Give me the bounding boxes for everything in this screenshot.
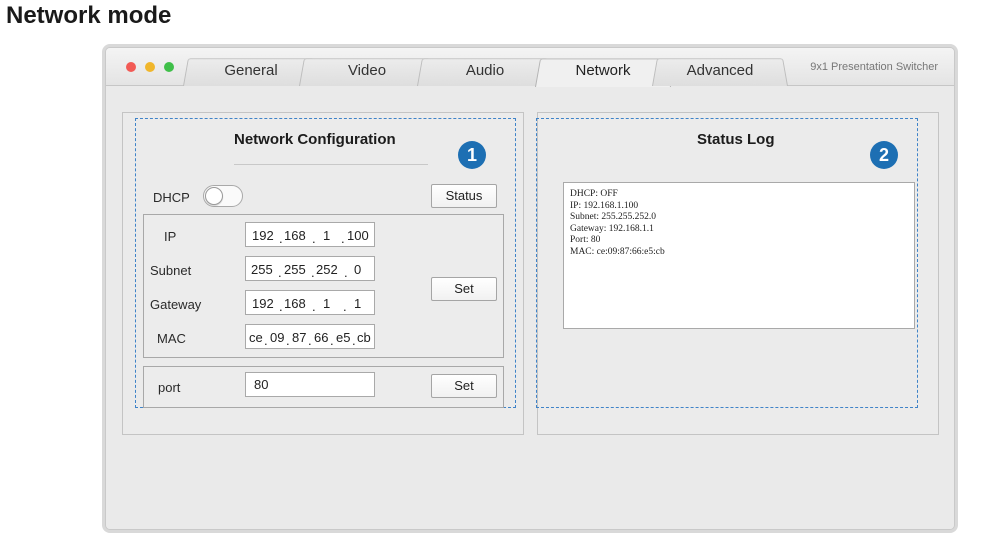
tab-network[interactable]: Network [535,56,671,87]
gateway-label: Gateway [150,297,202,312]
port-input[interactable]: 80 [245,372,375,397]
mac-byte-2[interactable]: 09 [270,330,284,345]
callout-badge-2: 2 [870,141,898,169]
mac-byte-6[interactable]: cb [357,330,371,345]
port-label: port [158,380,181,395]
gateway-octet-2[interactable]: 168 [284,296,306,311]
app-name: 9x1 Presentation Switcher [810,61,938,73]
log-line: MAC: ce:09:87:66:e5:cb [570,246,665,257]
tab-audio[interactable]: Audio [417,56,553,86]
mac-byte-4[interactable]: 66 [314,330,328,345]
log-line: Subnet: 255.255.252.0 [570,212,657,222]
dhcp-label: DHCP [153,190,190,205]
gateway-octet-1[interactable]: 192 [252,296,274,311]
status-log-title: Status Log [697,131,775,148]
ip-octet-3[interactable]: 1 [323,228,330,243]
network-config-title: Network Configuration [234,131,396,148]
tab-video[interactable]: Video [299,56,435,86]
title-divider [234,164,428,165]
subnet-octet-4[interactable]: 0 [354,262,361,277]
set-address-button[interactable]: Set [431,277,497,301]
mac-byte-1[interactable]: ce [249,330,263,345]
mac-byte-3[interactable]: 87 [292,330,306,345]
app-window: General Video Audio Network Advanced 9x1… [105,47,955,530]
set-port-button[interactable]: Set [431,374,497,398]
mac-label: MAC [157,331,186,346]
mac-input[interactable]: ce . 09 . 87 . 66 . e5 . cb [245,324,375,349]
network-tab-content: Network Configuration 1 DHCP Status IP 1… [106,86,954,529]
gateway-octet-4[interactable]: 1 [354,296,361,311]
ip-octet-2[interactable]: 168 [284,228,306,243]
tab-advanced[interactable]: Advanced [652,56,788,86]
log-line: DHCP: OFF [570,189,618,199]
gateway-input[interactable]: 192 . 168 . 1 . 1 [245,290,375,315]
subnet-octet-1[interactable]: 255 [251,262,273,277]
ip-octet-4[interactable]: 100 [347,228,369,243]
log-line: IP: 192.168.1.100 [570,200,639,211]
tab-bar: General Video Audio Network Advanced 9x1… [106,48,954,86]
status-button[interactable]: Status [431,184,497,208]
ip-input[interactable]: 192 . 168 . 1 . 100 [245,222,375,247]
mac-byte-5[interactable]: e5 [336,330,350,345]
log-line: Gateway: 192.168.1.1 [570,223,654,234]
ip-octet-1[interactable]: 192 [252,228,274,243]
subnet-octet-2[interactable]: 255 [284,262,306,277]
subnet-octet-3[interactable]: 252 [316,262,338,277]
subnet-label: Subnet [150,263,192,278]
document-title: Network mode [6,2,172,29]
toggle-knob [205,187,223,205]
ip-label: IP [164,229,177,244]
subnet-input[interactable]: 255 . 255 . 252 . 0 [245,256,375,281]
gateway-octet-3[interactable]: 1 [323,296,330,311]
log-line: Port: 80 [570,235,601,245]
callout-badge-1: 1 [458,141,486,169]
status-log-output[interactable]: DHCP: OFF IP: 192.168.1.100 Subnet: 255.… [563,182,915,329]
dhcp-toggle[interactable] [203,185,243,207]
